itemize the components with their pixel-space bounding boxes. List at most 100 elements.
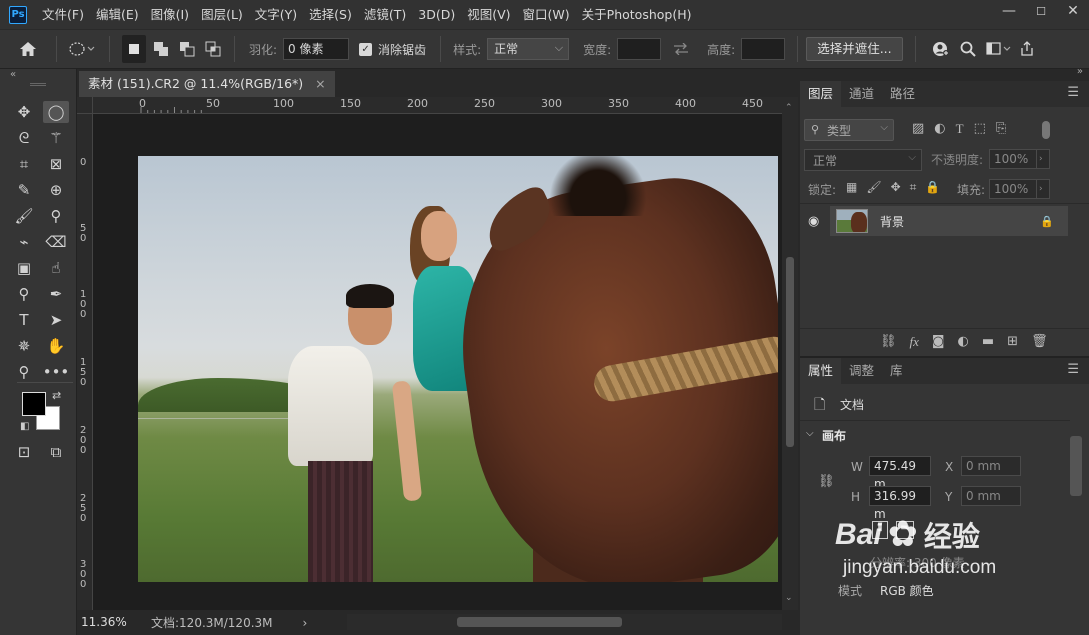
lock-position-icon[interactable]: ✥ [891,180,901,195]
filter-pixel-icon[interactable]: ▨ [912,121,924,137]
delete-layer-icon[interactable]: 🗑 [1031,334,1048,350]
canvas-y-input[interactable]: 0 mm [961,486,1021,506]
layer-filter-select[interactable]: ⚲ 类型 ⌵ [804,119,894,141]
swap-width-height-icon[interactable] [661,35,701,63]
elliptical-marquee-tool-icon[interactable]: ◯ [43,101,69,123]
panel-menu-icon[interactable]: ☰ [1067,85,1079,100]
canvas-height-input[interactable]: 316.99 m [869,486,931,521]
eyedropper-tool-icon[interactable]: ✎ [11,179,37,201]
menu-window[interactable]: 窗口(W) [517,0,576,29]
canvas-x-input[interactable]: 0 mm [961,456,1021,476]
feather-input[interactable]: 0 像素 [283,38,350,60]
tab-properties[interactable]: 属性 [800,358,842,384]
path-selection-tool-icon[interactable]: ➤ [43,309,69,331]
tab-paths[interactable]: 路径 [882,81,923,107]
document-image[interactable] [138,156,778,582]
magic-wand-tool-icon[interactable]: ⚚ [43,127,69,149]
style-select[interactable]: 正常 [487,38,570,60]
width-input[interactable] [617,38,662,60]
mode-value[interactable]: RGB 颜色 [880,582,934,599]
horizontal-scroll-thumb[interactable] [457,617,622,627]
new-layer-icon[interactable]: ⊞ [1007,334,1018,350]
minimize-button[interactable]: — [993,0,1025,22]
filter-smart-object-icon[interactable]: ⎘ [996,121,1006,137]
status-menu-arrow-icon[interactable]: › [303,616,308,630]
default-colors-icon[interactable]: ◧ [20,421,29,432]
blend-mode-select[interactable]: 正常 ⌵ [804,149,922,171]
menu-image[interactable]: 图像(I) [145,0,195,29]
frame-tool-icon[interactable]: ⊠ [43,153,69,175]
fill-input[interactable]: 100% [989,179,1037,199]
lock-transparency-icon[interactable]: ▦ [846,180,857,195]
tab-adjustments[interactable]: 调整 [841,358,882,384]
fill-dropdown[interactable]: › [1036,179,1050,199]
pen-tool-icon[interactable]: ✒ [43,283,69,305]
quick-mask-icon[interactable]: ⊡ [11,441,37,463]
antialias-checkbox[interactable]: ✓ [359,42,373,56]
maximize-button[interactable]: ☐ [1025,0,1057,22]
collapse-toolbox-icon[interactable]: « [10,69,16,80]
document-tab[interactable]: 素材 (151).CR2 @ 11.4%(RGB/16*) × [79,71,335,97]
layer-visibility-eye-icon[interactable]: ◉ [808,214,819,229]
scroll-down-icon[interactable]: ⌄ [785,593,793,603]
horizontal-scrollbar[interactable] [345,614,782,630]
more-tools-icon[interactable]: ••• [43,361,70,383]
new-group-icon[interactable]: ▬ [982,334,994,350]
layer-row-background[interactable]: 背景 🔒 [830,206,1068,236]
custom-shape-tool-icon[interactable]: ✵ [11,335,37,357]
workspace-icon[interactable] [982,35,1016,63]
close-window-button[interactable]: ✕ [1057,0,1089,22]
lock-artboard-icon[interactable]: ⌗ [910,180,917,195]
menu-layer[interactable]: 图层(L) [195,0,249,29]
share-icon[interactable] [1016,35,1038,63]
swap-colors-icon[interactable]: ⇄ [52,389,61,402]
smudge-tool-icon[interactable]: ☝ [43,257,69,279]
add-mask-icon[interactable]: ◙ [932,334,945,350]
clone-stamp-tool-icon[interactable]: ⚲ [43,205,69,227]
search-icon[interactable] [954,35,982,63]
menu-select[interactable]: 选择(S) [303,0,358,29]
tab-layers[interactable]: 图层 [800,81,842,107]
scroll-up-icon[interactable]: ⌃ [785,103,793,113]
move-tool-icon[interactable]: ✥ [11,101,37,123]
gradient-tool-icon[interactable]: ▣ [11,257,37,279]
dodge-tool-icon[interactable]: ⚲ [11,283,37,305]
elliptical-marquee-preset-icon[interactable] [65,35,101,63]
zoom-tool-icon[interactable]: ⚲ [11,361,37,383]
collapse-panels-icon[interactable]: » [1077,66,1083,77]
filter-type-icon[interactable]: T [956,121,964,137]
properties-scroll-thumb[interactable] [1070,436,1082,496]
height-input[interactable] [741,38,786,60]
filter-shape-icon[interactable]: ⬚ [974,121,986,137]
canvas-width-input[interactable]: 475.49 m [869,456,931,491]
lock-pixels-icon[interactable]: 🖌 [866,180,881,195]
intersect-selection-icon[interactable] [200,35,226,63]
menu-3d[interactable]: 3D(D) [412,0,461,29]
user-account-icon[interactable] [928,35,954,63]
panel-menu-icon[interactable]: ☰ [1067,362,1079,377]
toolbox-grip[interactable] [30,83,46,86]
opacity-dropdown[interactable]: › [1036,149,1050,169]
layer-style-icon[interactable]: fx [910,334,919,350]
menu-file[interactable]: 文件(F) [36,0,90,29]
filter-toggle[interactable] [1042,121,1050,139]
menu-about[interactable]: 关于Photoshop(H) [576,0,698,29]
vertical-scrollbar[interactable]: ⌃ ⌄ [782,97,798,610]
home-icon[interactable] [8,35,48,63]
new-selection-icon[interactable] [122,35,146,63]
select-and-mask-button[interactable]: 选择并遮住... [806,37,903,61]
lasso-tool-icon[interactable]: ᘓ [11,127,37,149]
vertical-ruler[interactable]: 0 5 0 1 0 0 1 5 0 2 0 0 2 5 0 3 0 0 [77,114,93,610]
menu-edit[interactable]: 编辑(E) [90,0,145,29]
screen-mode-icon[interactable]: ⧉ [43,441,69,463]
type-tool-icon[interactable]: T [11,309,37,331]
foreground-color-swatch[interactable] [22,392,46,416]
crop-tool-icon[interactable]: ⌗ [11,153,37,175]
history-brush-tool-icon[interactable]: ⌁ [11,231,37,253]
menu-filter[interactable]: 滤镜(T) [358,0,412,29]
brush-tool-icon[interactable]: 🖌 [11,205,37,227]
vertical-scroll-thumb[interactable] [786,257,794,447]
lock-all-icon[interactable]: 🔒 [925,180,940,195]
tab-channels[interactable]: 通道 [841,81,882,107]
filter-adjustment-icon[interactable]: ◐ [934,121,945,137]
